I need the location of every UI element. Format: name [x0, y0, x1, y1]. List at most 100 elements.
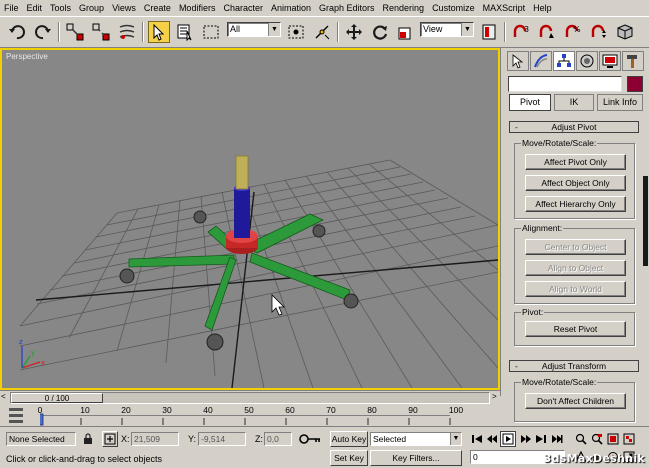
key-mode-button[interactable] [550, 432, 564, 446]
prev-frame-arrow-icon[interactable]: < [1, 392, 6, 401]
time-slider-thumb[interactable]: 0 / 100 [11, 393, 103, 403]
select-and-move-button[interactable] [343, 21, 365, 43]
rotate-icon [373, 25, 388, 40]
select-and-scale-button[interactable] [395, 21, 417, 43]
tab-pivot[interactable]: Pivot [509, 94, 551, 111]
key-filters-button[interactable]: Key Filters... [370, 450, 462, 466]
affect-pivot-only-button[interactable]: Affect Pivot Only [525, 154, 626, 170]
rectangular-selection-button[interactable] [200, 21, 222, 43]
menu-views[interactable]: Views [108, 0, 140, 16]
reset-pivot-button[interactable]: Reset Pivot [525, 321, 626, 337]
adjust-transform-rollout-header[interactable]: - Adjust Transform [509, 360, 639, 372]
spinner-snap-toggle-button[interactable] [588, 21, 610, 43]
window-crossing-button[interactable] [285, 21, 307, 43]
track-bar[interactable]: 0 10 20 30 40 50 60 70 80 90 100 [0, 404, 500, 426]
ruler-tick-label: 20 [121, 405, 131, 415]
menu-modifiers[interactable]: Modifiers [175, 0, 220, 16]
snaps-toggle-button[interactable]: 3 [510, 21, 532, 43]
select-by-name-button[interactable] [174, 21, 196, 43]
scale-icon [398, 27, 411, 40]
create-tab[interactable] [507, 51, 529, 71]
dont-affect-children-button[interactable]: Don't Affect Children [525, 393, 626, 409]
x-coord-field[interactable]: 21,509 [131, 432, 179, 446]
ruler-tick-label: 0 [37, 405, 43, 415]
unlink-selection-button[interactable] [90, 21, 112, 43]
menu-tools[interactable]: Tools [46, 0, 75, 16]
use-pivot-center-button[interactable] [478, 21, 500, 43]
zoom-extents-button[interactable] [606, 432, 620, 446]
affect-object-only-button[interactable]: Affect Object Only [525, 175, 626, 191]
angle-snap-icon [539, 24, 554, 38]
menu-character[interactable]: Character [219, 0, 267, 16]
x-coord-label: X: [121, 434, 130, 444]
select-and-rotate-button[interactable] [369, 21, 391, 43]
menu-create[interactable]: Create [140, 0, 175, 16]
absolute-relative-toggle[interactable] [102, 431, 118, 447]
zoom-all-button[interactable] [590, 432, 604, 446]
selection-filter-dropdown[interactable]: All ▼ [227, 22, 281, 37]
auto-key-button[interactable]: Auto Key [330, 431, 368, 447]
menu-rendering[interactable]: Rendering [379, 0, 429, 16]
tab-link-info[interactable]: Link Info [597, 94, 643, 111]
named-selection-sets-button[interactable] [614, 21, 636, 43]
go-to-end-button[interactable] [534, 432, 548, 446]
go-to-start-button[interactable] [470, 432, 484, 446]
zoom-extents-all-button[interactable] [622, 432, 636, 446]
key-mode-toggle[interactable] [298, 431, 324, 447]
hierarchy-icon [557, 54, 571, 67]
ruler-tick-label: 10 [80, 405, 90, 415]
select-and-manipulate-button[interactable] [311, 21, 333, 43]
menu-help[interactable]: Help [529, 0, 556, 16]
affect-hierarchy-only-button[interactable]: Affect Hierarchy Only [525, 196, 626, 212]
curve-editor-icon [9, 408, 23, 423]
command-panel-scrollbar[interactable] [643, 176, 649, 386]
reference-coordinate-dropdown[interactable]: View ▼ [420, 22, 474, 37]
menu-graph-editors[interactable]: Graph Editors [315, 0, 379, 16]
axis-x-label: x [41, 359, 45, 367]
align-to-world-button[interactable]: Align to World [525, 281, 626, 297]
motion-tab[interactable] [576, 51, 598, 71]
percent-snap-toggle-button[interactable]: % [562, 21, 584, 43]
center-to-object-button[interactable]: Center to Object [525, 239, 626, 255]
perspective-viewport[interactable]: Perspective x y z [0, 48, 500, 390]
selection-lock-toggle[interactable] [82, 433, 94, 445]
menu-edit[interactable]: Edit [23, 0, 47, 16]
z-coord-field[interactable]: 0,0 [264, 432, 292, 446]
object-name-field[interactable] [508, 76, 622, 92]
angle-snap-toggle-button[interactable] [536, 21, 558, 43]
menu-bar: File Edit Tools Group Views Create Modifiers Ch… [0, 0, 649, 16]
align-to-object-button[interactable]: Align to Object [525, 260, 626, 276]
menu-file[interactable]: File [0, 0, 23, 16]
previous-frame-button[interactable] [485, 432, 499, 446]
scrollbar-thumb[interactable] [643, 176, 648, 266]
time-slider-track[interactable]: 0 / 100 [10, 392, 490, 404]
menu-customize[interactable]: Customize [428, 0, 479, 16]
alignment-group: Alignment: Center to Object Align to Obj… [514, 223, 635, 304]
menu-group[interactable]: Group [75, 0, 108, 16]
menu-animation[interactable]: Animation [267, 0, 315, 16]
pivot-group: Pivot: Reset Pivot [514, 307, 635, 346]
undo-button[interactable] [6, 21, 28, 43]
ruler-tick-label: 100 [448, 405, 464, 415]
play-button[interactable] [500, 431, 516, 447]
group-label: Move/Rotate/Scale: [521, 377, 598, 387]
menu-maxscript[interactable]: MAXScript [479, 0, 530, 16]
bind-to-space-warp-button[interactable] [116, 21, 138, 43]
y-coord-field[interactable]: -9,514 [198, 432, 246, 446]
hierarchy-tab[interactable] [553, 51, 575, 71]
tab-ik[interactable]: IK [554, 94, 594, 111]
zoom-button[interactable] [574, 432, 588, 446]
display-tab[interactable] [599, 51, 621, 71]
adjust-pivot-rollout-header[interactable]: - Adjust Pivot [509, 121, 639, 133]
select-object-button[interactable] [148, 21, 170, 43]
mini-curve-editor-button[interactable] [6, 405, 32, 427]
redo-button[interactable] [32, 21, 54, 43]
select-and-link-button[interactable] [64, 21, 86, 43]
object-color-swatch[interactable] [627, 76, 643, 92]
set-key-button[interactable]: Set Key [330, 450, 368, 466]
key-mode-dropdown[interactable]: Selected ▼ [370, 432, 462, 446]
next-frame-button[interactable] [519, 432, 533, 446]
next-frame-arrow-icon[interactable]: > [492, 392, 497, 401]
utilities-tab[interactable] [622, 51, 644, 71]
modify-tab[interactable] [530, 51, 552, 71]
